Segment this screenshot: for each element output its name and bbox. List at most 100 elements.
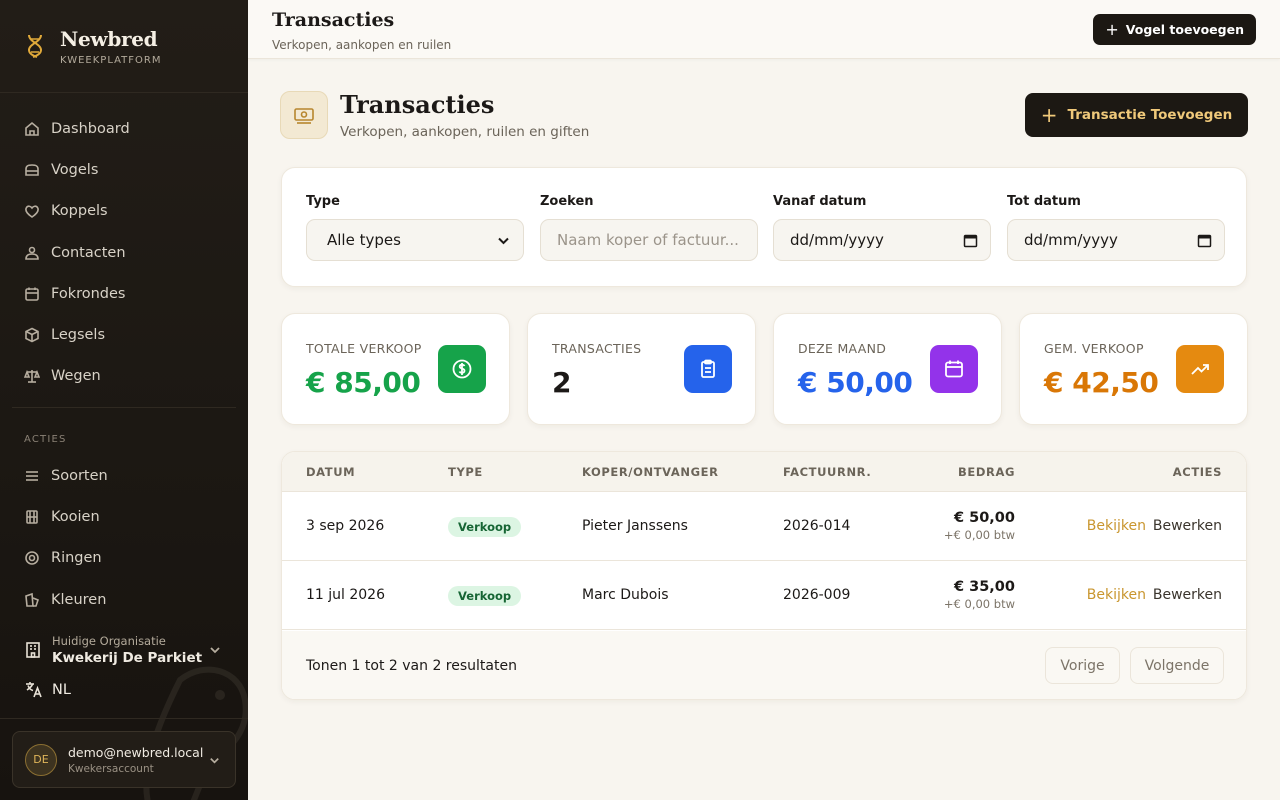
- cell-party: Pieter Janssens: [582, 518, 688, 534]
- list-icon: [26, 470, 38, 481]
- amount-vat: +€ 0,00 btw: [943, 597, 1015, 611]
- org-caption: Huidige Organisatie: [52, 634, 166, 648]
- account-type: Kwekersaccount: [68, 762, 154, 775]
- view-link[interactable]: Bekijken: [1087, 587, 1146, 603]
- to-date-group: Tot datum dd/mm/yyyy: [1007, 194, 1225, 261]
- account-menu[interactable]: DE demo@newbred.local Kwekersaccount: [12, 731, 236, 788]
- calendar-icon: [930, 345, 978, 393]
- sidebar-item-kooien[interactable]: Kooien: [0, 496, 248, 537]
- add-transaction-button[interactable]: + Transactie Toevoegen: [1025, 93, 1248, 137]
- sidebar-nav: Dashboard Vogels Koppels Contacten Fokro…: [0, 93, 248, 397]
- column-header-actions: ACTIES: [1172, 465, 1222, 479]
- filter-panel: Type Alle types Zoeken Naam koper of fac…: [281, 167, 1247, 287]
- stat-value: € 42,50: [1044, 366, 1159, 399]
- language-switcher[interactable]: NL: [24, 680, 71, 699]
- from-date-value: dd/mm/yyyy: [790, 231, 884, 249]
- next-page-button[interactable]: Volgende: [1130, 647, 1224, 684]
- cell-invoice: 2026-009: [783, 587, 851, 603]
- sidebar-item-vogels[interactable]: Vogels: [0, 149, 248, 190]
- search-input[interactable]: Naam koper of factuur...: [540, 219, 758, 261]
- stat-value: 2: [552, 366, 571, 399]
- calendar-icon[interactable]: [1197, 233, 1212, 248]
- type-badge: Verkoop: [448, 517, 522, 537]
- users-icon: [25, 246, 39, 260]
- sidebar-item-soorten[interactable]: Soorten: [0, 455, 248, 496]
- type-select-value: Alle types: [327, 231, 401, 249]
- sidebar-item-label: Contacten: [51, 244, 126, 261]
- edit-link[interactable]: Bewerken: [1153, 587, 1222, 603]
- plus-icon: +: [1040, 103, 1058, 127]
- from-date-label: Vanaf datum: [773, 194, 867, 209]
- sidebar-item-wegen[interactable]: Wegen: [0, 356, 248, 397]
- type-select[interactable]: Alle types: [306, 219, 524, 261]
- previous-page-button[interactable]: Vorige: [1045, 647, 1120, 684]
- sidebar-item-label: Soorten: [51, 467, 108, 484]
- stat-card-avg-sale: GEM. VERKOOP € 42,50: [1019, 313, 1248, 425]
- avatar: DE: [25, 743, 57, 776]
- type-badge: Verkoop: [448, 586, 522, 606]
- building-icon: [26, 642, 40, 658]
- table-footer: Tonen 1 tot 2 van 2 resultaten Vorige Vo…: [282, 631, 1246, 699]
- add-bird-label: Vogel toevoegen: [1125, 22, 1244, 37]
- search-placeholder: Naam koper of factuur...: [557, 231, 739, 249]
- sidebar-item-koppels[interactable]: Koppels: [0, 191, 248, 232]
- stat-card-transactions: TRANSACTIES 2: [527, 313, 756, 425]
- sidebar-item-label: Dashboard: [51, 120, 130, 137]
- table-row: 11 jul 2026 Verkoop Marc Dubois 2026-009…: [282, 561, 1246, 630]
- search-filter-group: Zoeken Naam koper of factuur...: [540, 194, 758, 261]
- chevron-down-icon: [210, 647, 220, 654]
- egg-box-icon: [25, 327, 39, 343]
- view-link[interactable]: Bekijken: [1087, 518, 1146, 534]
- cell-amount: € 35,00 +€ 0,00 btw: [944, 579, 1015, 611]
- sidebar-item-kleuren[interactable]: Kleuren: [0, 579, 248, 620]
- clipboard-icon: [684, 345, 732, 393]
- sidebar-item-dashboard[interactable]: Dashboard: [0, 108, 248, 149]
- calendar-icon: [25, 287, 39, 301]
- stat-value: € 85,00: [306, 366, 421, 399]
- topbar-title: Transacties: [272, 9, 395, 31]
- brand-name: Newbred: [60, 26, 158, 51]
- palette-icon: [25, 592, 39, 607]
- from-date-group: Vanaf datum dd/mm/yyyy: [773, 194, 991, 261]
- plus-icon: +: [1105, 20, 1119, 39]
- sidebar-item-fokrondes[interactable]: Fokrondes: [0, 273, 248, 314]
- stat-value: € 50,00: [798, 366, 913, 399]
- sidebar-item-label: Fokrondes: [51, 285, 126, 302]
- stat-label: DEZE MAAND: [798, 341, 887, 356]
- brand-subtitle: KWEEKPLATFORM: [60, 54, 162, 66]
- add-transaction-label: Transactie Toevoegen: [1067, 107, 1233, 123]
- sidebar-item-label: Koppels: [51, 203, 108, 220]
- sidebar-divider: [0, 718, 248, 719]
- column-header-party: KOPER/ONTVANGER: [582, 465, 719, 479]
- stat-card-this-month: DEZE MAAND € 50,00: [773, 313, 1002, 425]
- search-filter-label: Zoeken: [540, 194, 594, 209]
- calendar-icon[interactable]: [963, 233, 978, 248]
- column-header-date: DATUM: [306, 465, 356, 479]
- dollar-icon: [438, 345, 486, 393]
- amount-value: € 50,00: [953, 510, 1015, 526]
- add-bird-button[interactable]: + Vogel toevoegen: [1093, 14, 1256, 45]
- cell-date: 3 sep 2026: [306, 518, 385, 534]
- sidebar-item-ringen[interactable]: Ringen: [0, 538, 248, 579]
- brand[interactable]: Newbred KWEEKPLATFORM: [0, 0, 248, 93]
- edit-link[interactable]: Bewerken: [1153, 518, 1222, 534]
- transactions-table: DATUM TYPE KOPER/ONTVANGER FACTUURNR. BE…: [281, 451, 1247, 700]
- stat-label: TRANSACTIES: [552, 341, 642, 356]
- organization-switcher[interactable]: Huidige Organisatie Kwekerij De Parkiet: [0, 630, 248, 670]
- org-name: Kwekerij De Parkiet: [52, 650, 203, 666]
- to-date-value: dd/mm/yyyy: [1024, 231, 1118, 249]
- stat-card-total-sales: TOTALE VERKOOP € 85,00: [281, 313, 510, 425]
- sidebar-item-legsels[interactable]: Legsels: [0, 314, 248, 355]
- to-date-input[interactable]: dd/mm/yyyy: [1007, 219, 1225, 261]
- page-title: Transacties: [340, 90, 495, 119]
- sidebar-item-label: Vogels: [51, 161, 99, 178]
- from-date-input[interactable]: dd/mm/yyyy: [773, 219, 991, 261]
- topbar: Transacties Verkopen, aankopen en ruilen…: [248, 0, 1280, 59]
- dna-logo-icon: [27, 34, 43, 58]
- heart-icon: [25, 205, 39, 219]
- cell-party: Marc Dubois: [582, 587, 669, 603]
- scale-icon: [24, 370, 40, 384]
- page-subtitle: Verkopen, aankopen, ruilen en giften: [340, 124, 590, 140]
- sidebar-item-contacten[interactable]: Contacten: [0, 232, 248, 273]
- trending-up-icon: [1176, 345, 1224, 393]
